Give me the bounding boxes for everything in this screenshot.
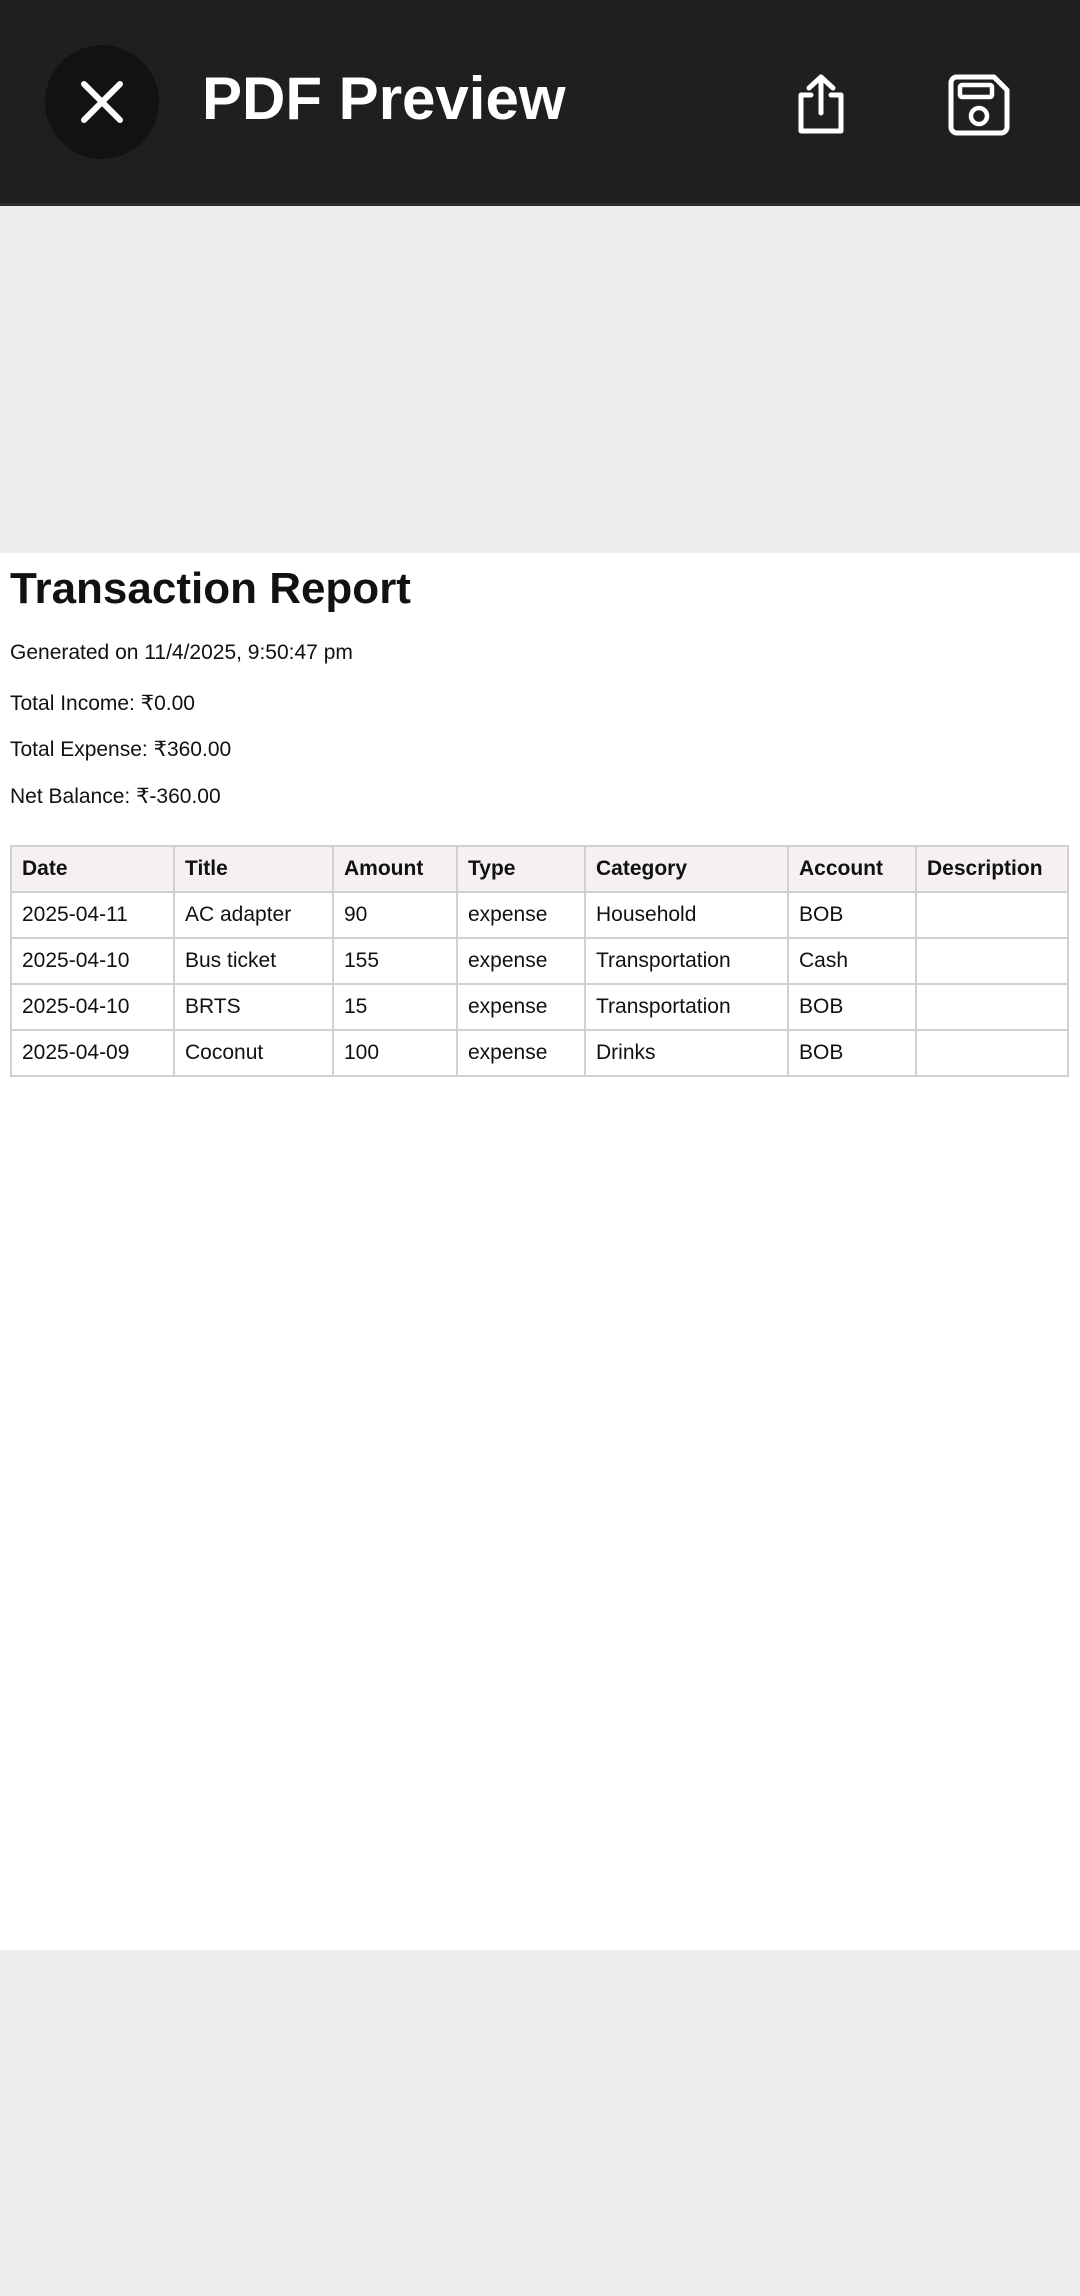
cell-amount: 90: [332, 891, 458, 939]
cell-account: BOB: [787, 1029, 917, 1077]
column-header-amount: Amount: [332, 845, 458, 893]
close-button[interactable]: [45, 45, 159, 159]
cell-title: BRTS: [173, 983, 334, 1031]
column-header-date: Date: [10, 845, 175, 893]
generated-timestamp: Generated on 11/4/2025, 9:50:47 pm: [10, 641, 353, 664]
pdf-page: Transaction Report Generated on 11/4/202…: [0, 553, 1080, 1950]
cell-account: BOB: [787, 983, 917, 1031]
cell-category: Transportation: [584, 983, 789, 1031]
cell-type: expense: [456, 937, 586, 985]
cell-title: Bus ticket: [173, 937, 334, 985]
report-title: Transaction Report: [10, 564, 411, 613]
net-balance: Net Balance: ₹-360.00: [10, 785, 221, 808]
table-row: 2025-04-11 AC adapter 90 expense Househo…: [10, 891, 1069, 939]
column-header-description: Description: [915, 845, 1069, 893]
cell-date: 2025-04-10: [10, 937, 175, 985]
table-row: 2025-04-10 Bus ticket 155 expense Transp…: [10, 937, 1069, 985]
cell-amount: 15: [332, 983, 458, 1031]
total-income: Total Income: ₹0.00: [10, 692, 195, 715]
column-header-title: Title: [173, 845, 334, 893]
share-button[interactable]: [776, 60, 866, 150]
table-row: 2025-04-09 Coconut 100 expense Drinks BO…: [10, 1029, 1069, 1077]
column-header-type: Type: [456, 845, 586, 893]
cell-account: BOB: [787, 891, 917, 939]
cell-type: expense: [456, 983, 586, 1031]
cell-type: expense: [456, 1029, 586, 1077]
table-header-row: Date Title Amount Type Category Account …: [10, 845, 1069, 893]
column-header-category: Category: [584, 845, 789, 893]
cell-date: 2025-04-10: [10, 983, 175, 1031]
cell-amount: 155: [332, 937, 458, 985]
total-expense: Total Expense: ₹360.00: [10, 738, 232, 761]
cell-category: Drinks: [584, 1029, 789, 1077]
cell-description: [915, 983, 1069, 1031]
cell-date: 2025-04-09: [10, 1029, 175, 1077]
table-row: 2025-04-10 BRTS 15 expense Transportatio…: [10, 983, 1069, 1031]
cell-category: Transportation: [584, 937, 789, 985]
page-title: PDF Preview: [202, 65, 566, 132]
cell-title: Coconut: [173, 1029, 334, 1077]
cell-amount: 100: [332, 1029, 458, 1077]
cell-description: [915, 891, 1069, 939]
transactions-table: Date Title Amount Type Category Account …: [10, 845, 1069, 1077]
cell-title: AC adapter: [173, 891, 334, 939]
cell-type: expense: [456, 891, 586, 939]
cell-account: Cash: [787, 937, 917, 985]
save-icon: [948, 74, 1010, 136]
cell-description: [915, 937, 1069, 985]
share-icon: [798, 74, 844, 134]
column-header-account: Account: [787, 845, 917, 893]
app-bar: PDF Preview: [0, 0, 1080, 206]
cell-date: 2025-04-11: [10, 891, 175, 939]
cell-category: Household: [584, 891, 789, 939]
cell-description: [915, 1029, 1069, 1077]
close-icon: [81, 81, 123, 123]
save-button[interactable]: [934, 60, 1024, 150]
report: Transaction Report Generated on 11/4/202…: [10, 563, 1070, 1077]
